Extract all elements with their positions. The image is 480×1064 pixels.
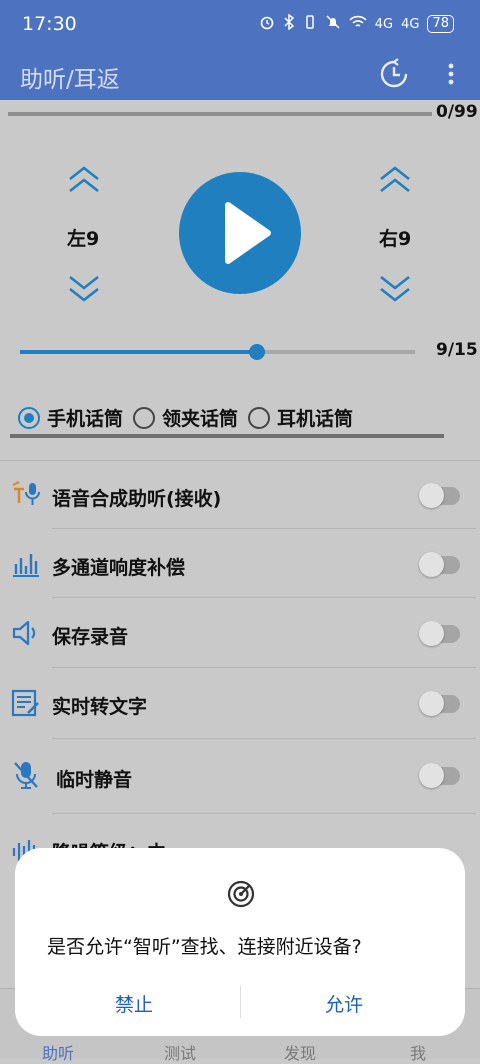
permission-dialog: 是否允许“智听”查找、连接附近设备? 禁止 允许 <box>15 848 465 1036</box>
allow-button[interactable]: 允许 <box>325 990 363 1017</box>
divider <box>52 813 476 814</box>
mic-source-radio-group: 手机话筒 领夹话筒 耳机话筒 <box>18 404 363 431</box>
tab-discover[interactable]: 发现 <box>284 1040 316 1064</box>
toggle-switch[interactable] <box>419 691 460 716</box>
play-button[interactable] <box>179 172 301 294</box>
alarm-icon <box>259 14 275 34</box>
feature-label: 实时转文字 <box>52 696 148 718</box>
speaker-icon <box>10 617 42 649</box>
document-edit-icon <box>10 687 42 719</box>
radio-headset-mic[interactable]: 耳机话筒 <box>248 404 353 431</box>
radio-label: 手机话筒 <box>47 408 124 430</box>
radio-label: 耳机话筒 <box>277 408 354 430</box>
tab-test[interactable]: 测试 <box>164 1040 196 1064</box>
feature-row-save-recording[interactable]: 保存录音 <box>0 599 480 668</box>
4g-signal-icon: 4G <box>374 16 394 32</box>
status-icons: 4G 4G 78 <box>259 13 454 34</box>
gain-slider[interactable] <box>20 344 415 360</box>
right-volume-down-icon[interactable] <box>377 271 413 303</box>
radio-circle <box>133 406 156 429</box>
top-progress-bar <box>8 112 432 116</box>
more-vertical-icon[interactable] <box>444 60 458 88</box>
app-bar: 助听/耳返 <box>0 48 480 100</box>
feature-row-temp-mute[interactable]: 临时静音 <box>0 739 480 814</box>
equalizer-icon <box>10 548 42 580</box>
status-time: 17:30 <box>22 13 77 35</box>
feature-label: 语音合成助听(接收) <box>52 488 222 510</box>
feature-label: 多通道响度补偿 <box>52 557 186 579</box>
deny-button[interactable]: 禁止 <box>115 990 153 1017</box>
divider <box>52 528 476 529</box>
voice-synthesis-icon <box>10 479 42 511</box>
vibrate-icon <box>303 14 317 34</box>
radio-lapel-mic[interactable]: 领夹话筒 <box>133 404 238 431</box>
dialog-button-divider <box>240 986 241 1018</box>
left-volume-label: 左9 <box>67 228 100 250</box>
play-icon <box>225 202 271 264</box>
feature-row-voice-synthesis[interactable]: 语音合成助听(接收) <box>0 461 480 529</box>
gain-slider-fill <box>20 350 257 354</box>
left-volume-down-icon[interactable] <box>66 271 102 303</box>
4g-signal-icon: 4G <box>401 16 420 32</box>
radio-underline <box>10 434 444 438</box>
dialog-message: 是否允许“智听”查找、连接附近设备? <box>47 936 362 958</box>
right-volume-up-icon[interactable] <box>377 165 413 197</box>
radio-circle <box>248 406 271 429</box>
radio-phone-mic[interactable]: 手机话筒 <box>18 404 123 431</box>
divider <box>52 667 476 668</box>
top-progress-count: 0/99 <box>436 102 478 122</box>
battery-indicator: 78 <box>427 15 454 33</box>
mute-icon <box>325 14 341 34</box>
radar-target-icon <box>225 878 257 910</box>
gain-slider-value: 9/15 <box>436 340 478 360</box>
status-bar: 17:30 4G 4G 78 <box>0 0 480 48</box>
toggle-switch[interactable] <box>419 552 460 577</box>
divider <box>52 597 476 598</box>
mic-off-icon <box>10 759 42 791</box>
feature-label: 临时静音 <box>56 769 133 791</box>
left-volume-up-icon[interactable] <box>66 165 102 197</box>
radio-label: 领夹话筒 <box>162 408 239 430</box>
radio-circle <box>18 406 40 429</box>
feature-row-loudness[interactable]: 多通道响度补偿 <box>0 530 480 598</box>
feature-row-transcription[interactable]: 实时转文字 <box>0 669 480 739</box>
toggle-switch[interactable] <box>419 621 460 646</box>
toggle-switch[interactable] <box>419 763 460 788</box>
wifi-icon <box>349 14 367 34</box>
feature-label: 保存录音 <box>52 626 129 648</box>
right-volume-label: 右9 <box>379 228 412 250</box>
tab-me[interactable]: 我 <box>410 1040 426 1064</box>
tab-hearing-aid[interactable]: 助听 <box>42 1040 74 1064</box>
page-title: 助听/耳返 <box>20 67 120 93</box>
gain-slider-thumb[interactable] <box>249 344 265 360</box>
history-clock-icon[interactable] <box>376 56 412 92</box>
bluetooth-icon <box>283 13 295 34</box>
toggle-switch[interactable] <box>419 483 460 508</box>
